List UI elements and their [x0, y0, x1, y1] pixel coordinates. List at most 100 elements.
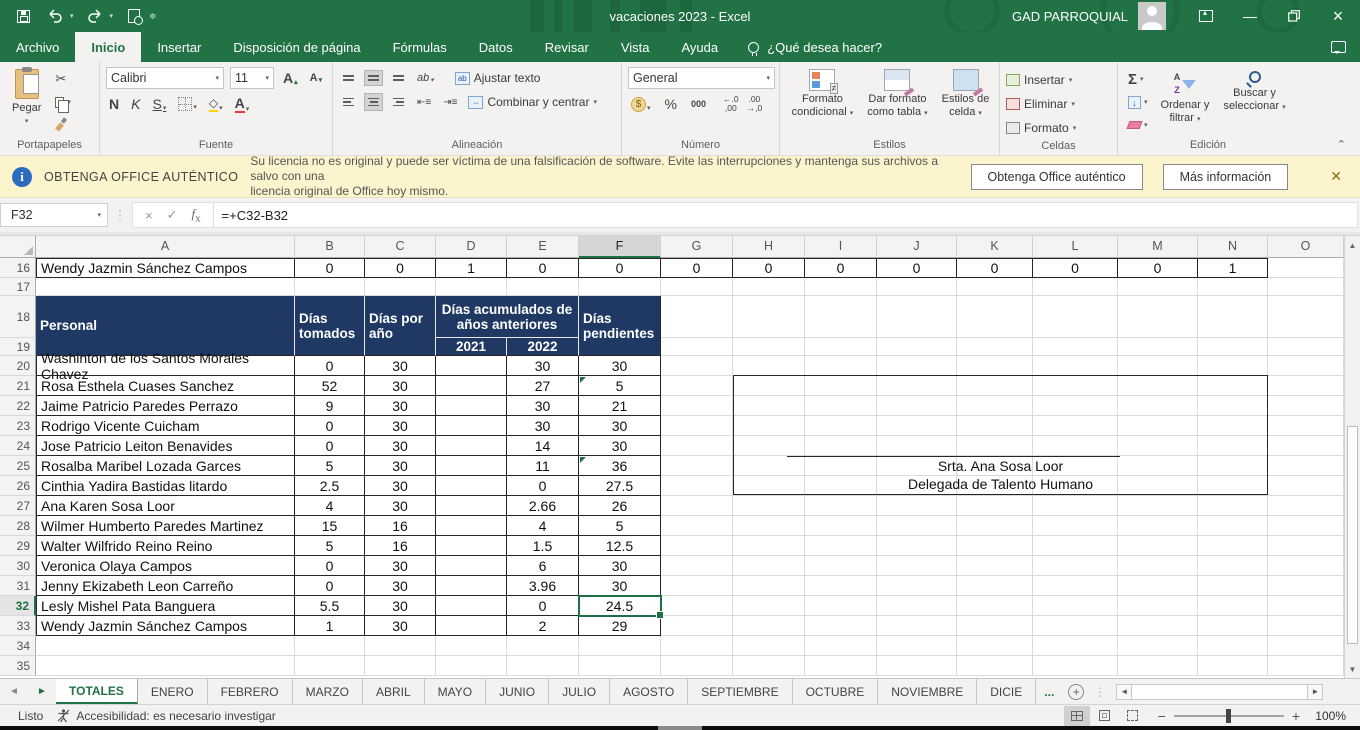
menu-tab-vista[interactable]: Vista: [605, 32, 666, 62]
paste-button[interactable]: Pegar ▾: [6, 67, 47, 130]
empty-cell[interactable]: [1033, 576, 1118, 596]
empty-cell[interactable]: [1198, 496, 1268, 516]
empty-cell[interactable]: [733, 616, 805, 636]
empty-cell[interactable]: [661, 576, 733, 596]
column-header-J[interactable]: J: [877, 236, 957, 258]
menu-tab-datos[interactable]: Datos: [463, 32, 529, 62]
align-top-button[interactable]: [339, 70, 358, 85]
empty-cell[interactable]: [805, 338, 877, 356]
empty-cell[interactable]: [957, 536, 1033, 556]
empty-cell[interactable]: [1268, 656, 1344, 676]
empty-cell[interactable]: [877, 516, 957, 536]
row-header-34[interactable]: 34: [0, 636, 36, 656]
cell-2021[interactable]: [436, 576, 507, 596]
empty-cell[interactable]: [1033, 278, 1118, 296]
empty-cell[interactable]: [877, 338, 957, 356]
cut-button[interactable]: ✂: [51, 69, 75, 89]
sheet-tab-octubre[interactable]: OCTUBRE: [793, 679, 879, 704]
cell-value[interactable]: 0: [957, 258, 1033, 278]
menu-tab-inicio[interactable]: Inicio: [75, 32, 141, 62]
sheet-tab-noviembre[interactable]: NOVIEMBRE: [878, 679, 977, 704]
empty-cell[interactable]: [733, 356, 805, 376]
undo-icon[interactable]: [44, 5, 66, 27]
cell-value[interactable]: 0: [1033, 258, 1118, 278]
empty-cell[interactable]: [661, 396, 733, 416]
font-color-button[interactable]: A▾: [232, 94, 253, 114]
empty-cell[interactable]: [957, 278, 1033, 296]
insert-function-icon[interactable]: fx: [192, 206, 201, 225]
cell-2021[interactable]: [436, 616, 507, 636]
row-header-27[interactable]: 27: [0, 496, 36, 516]
enter-formula-icon[interactable]: ✓: [167, 207, 178, 223]
cell-2022[interactable]: 14: [507, 436, 579, 456]
empty-cell[interactable]: [877, 536, 957, 556]
empty-cell[interactable]: [805, 516, 877, 536]
align-middle-button[interactable]: [364, 70, 383, 85]
page-break-view-button[interactable]: [1120, 706, 1146, 726]
cell-2021[interactable]: [436, 496, 507, 516]
sheet-tab-abril[interactable]: ABRIL: [363, 679, 425, 704]
cell-value[interactable]: 0: [579, 258, 661, 278]
sheet-tab-mayo[interactable]: MAYO: [425, 679, 486, 704]
cell-dias-pendientes[interactable]: 36: [579, 456, 661, 476]
cell-2021[interactable]: [436, 396, 507, 416]
sheet-overflow-indicator[interactable]: ...: [1036, 679, 1062, 704]
empty-cell[interactable]: [957, 516, 1033, 536]
empty-cell[interactable]: [1118, 596, 1198, 616]
empty-cell[interactable]: [661, 338, 733, 356]
empty-cell[interactable]: [1118, 656, 1198, 676]
avatar[interactable]: [1138, 2, 1166, 30]
cell-dias-tomados[interactable]: 0: [295, 416, 365, 436]
empty-cell[interactable]: [957, 496, 1033, 516]
empty-cell[interactable]: [1118, 616, 1198, 636]
cell-2022[interactable]: 6: [507, 556, 579, 576]
empty-cell[interactable]: [877, 356, 957, 376]
cell-name[interactable]: Cinthia Yadira Bastidas litardo: [36, 476, 295, 496]
row-header-25[interactable]: 25: [0, 456, 36, 476]
cell-2021[interactable]: [436, 536, 507, 556]
cell-dias-por-ano[interactable]: 30: [365, 356, 436, 376]
empty-cell[interactable]: [877, 556, 957, 576]
redo-icon[interactable]: [84, 5, 106, 27]
empty-cell[interactable]: [733, 296, 805, 338]
cell-dias-pendientes[interactable]: 21: [579, 396, 661, 416]
cell-value[interactable]: 0: [661, 258, 733, 278]
cell-2022[interactable]: 4: [507, 516, 579, 536]
sheet-tab-enero[interactable]: ENERO: [138, 679, 208, 704]
empty-cell[interactable]: [1198, 616, 1268, 636]
empty-cell[interactable]: [957, 296, 1033, 338]
vscroll-up-icon[interactable]: ▲: [1345, 236, 1360, 254]
empty-cell[interactable]: [661, 356, 733, 376]
empty-cell[interactable]: [877, 278, 957, 296]
cell-2022[interactable]: 1.5: [507, 536, 579, 556]
cell-2021[interactable]: [436, 476, 507, 496]
cancel-formula-icon[interactable]: ×: [145, 208, 153, 223]
empty-cell[interactable]: [36, 278, 295, 296]
cell-2022[interactable]: 30: [507, 356, 579, 376]
close-button[interactable]: ×: [1316, 0, 1360, 32]
cell-dias-pendientes[interactable]: 30: [579, 436, 661, 456]
cell-dias-tomados[interactable]: 4: [295, 496, 365, 516]
row-header-16[interactable]: 16: [0, 258, 36, 278]
shrink-font-button[interactable]: A▾: [307, 71, 325, 85]
empty-cell[interactable]: [733, 636, 805, 656]
header-dias-tomados[interactable]: Días tomados: [295, 296, 365, 356]
cell-2022[interactable]: 11: [507, 456, 579, 476]
empty-cell[interactable]: [805, 496, 877, 516]
cell-dias-tomados[interactable]: 0: [295, 436, 365, 456]
column-header-B[interactable]: B: [295, 236, 365, 258]
cell-styles-button[interactable]: Estilos decelda ▾: [937, 67, 995, 122]
column-header-M[interactable]: M: [1118, 236, 1198, 258]
format-as-table-button[interactable]: Dar formatocomo tabla ▾: [862, 67, 932, 122]
empty-cell[interactable]: [733, 576, 805, 596]
cell-2022[interactable]: 2: [507, 616, 579, 636]
empty-cell[interactable]: [1268, 436, 1344, 456]
cell-dias-tomados[interactable]: 52: [295, 376, 365, 396]
zoom-slider[interactable]: [1174, 715, 1284, 717]
column-header-L[interactable]: L: [1033, 236, 1118, 258]
cell-dias-por-ano[interactable]: 30: [365, 476, 436, 496]
zoom-percentage[interactable]: 100%: [1308, 709, 1346, 723]
tab-splitter[interactable]: ⋮: [1090, 679, 1110, 704]
column-header-H[interactable]: H: [733, 236, 805, 258]
borders-button[interactable]: ▾: [175, 96, 200, 112]
